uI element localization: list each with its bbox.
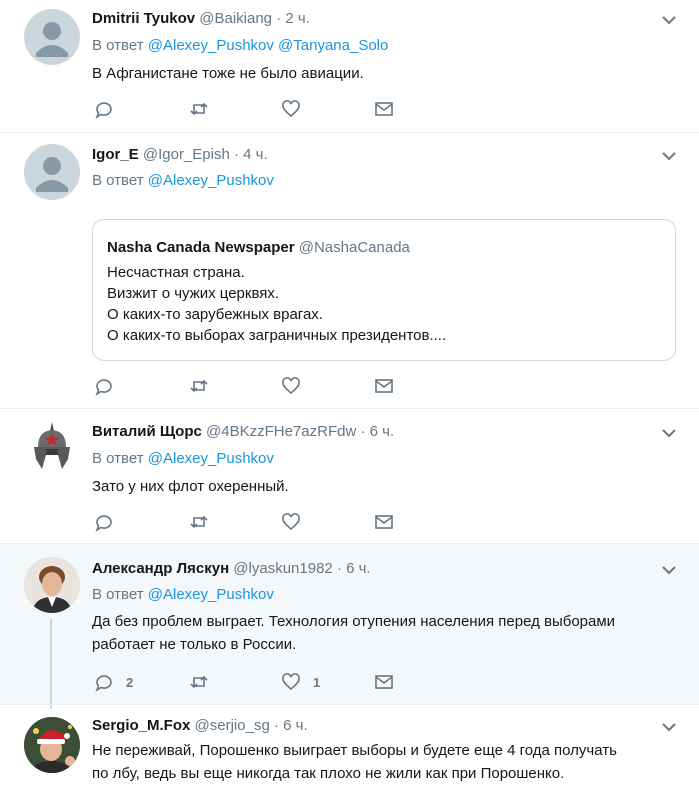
mention-link[interactable]: @Alexey_Pushkov bbox=[148, 450, 274, 467]
tweet-text: В Афганистане тоже не было авиации. bbox=[92, 65, 364, 82]
quoted-tweet[interactable]: Nasha Canada Newspaper @NashaCanada Несч… bbox=[92, 219, 676, 361]
quoted-text-line: Визжит о чужих церквях. bbox=[107, 285, 280, 302]
user-avatar[interactable] bbox=[24, 419, 80, 475]
like-button[interactable] bbox=[281, 376, 313, 396]
dm-button[interactable] bbox=[374, 512, 394, 532]
chevron-down-icon[interactable] bbox=[661, 719, 677, 735]
retweet-icon bbox=[190, 515, 208, 529]
thread-connector bbox=[50, 619, 52, 709]
reply-prefix: В ответ bbox=[92, 37, 144, 54]
author-handle[interactable]: @lyaskun1982 bbox=[233, 560, 332, 577]
separator: · bbox=[273, 717, 279, 734]
author-name[interactable]: Александр Ляскун bbox=[92, 560, 229, 577]
reply-icon bbox=[95, 102, 112, 119]
default-avatar[interactable] bbox=[24, 144, 80, 200]
reply-prefix: В ответ bbox=[92, 172, 144, 189]
dm-button[interactable] bbox=[374, 99, 394, 119]
reply-button[interactable] bbox=[94, 512, 126, 532]
default-avatar[interactable] bbox=[24, 9, 80, 65]
user-avatar[interactable] bbox=[24, 717, 80, 773]
retweet-icon bbox=[190, 675, 208, 689]
mention-link[interactable]: @Alexey_Pushkov bbox=[148, 172, 274, 189]
author-name[interactable]: Sergio_M.Fox bbox=[92, 717, 190, 734]
quoted-text-line: О каких-то выборах заграничных президент… bbox=[107, 327, 447, 344]
separator: · bbox=[360, 423, 366, 440]
envelope-icon bbox=[375, 515, 393, 529]
like-button[interactable] bbox=[281, 99, 313, 119]
author-name[interactable]: Dmitrii Tyukov bbox=[92, 10, 195, 27]
retweet-button[interactable] bbox=[189, 376, 209, 396]
retweet-button[interactable] bbox=[189, 512, 209, 532]
reply-count: 2 bbox=[126, 674, 134, 690]
author-name[interactable]: Виталий Щорс bbox=[92, 423, 202, 440]
chevron-down-icon[interactable] bbox=[661, 425, 677, 441]
author-handle[interactable]: @4BKzzFHe7azRFdw bbox=[206, 423, 356, 440]
envelope-icon bbox=[375, 102, 393, 116]
like-button[interactable] bbox=[281, 512, 313, 532]
tweet-text-line: по лбу, ведь вы еще никогда так плохо не… bbox=[92, 765, 565, 782]
tweet-item[interactable]: Igor_E @Igor_Epish · 4 ч. В ответ @Alexe… bbox=[0, 133, 699, 409]
author-handle[interactable]: @Baikiang bbox=[199, 10, 272, 27]
reply-button[interactable] bbox=[94, 376, 126, 396]
tweet-item[interactable]: Виталий Щорс @4BKzzFHe7azRFdw · 6 ч. В о… bbox=[0, 409, 699, 544]
tweet-text: Не переживай, Порошенко выиграет выборы … bbox=[92, 739, 682, 785]
like-button[interactable]: 1 bbox=[281, 672, 320, 692]
reply-icon bbox=[95, 379, 112, 396]
retweet-icon bbox=[190, 379, 208, 393]
dm-button[interactable] bbox=[374, 672, 394, 692]
tweet-text-line: Да без проблем выграет. Технология отупе… bbox=[92, 613, 616, 630]
dm-button[interactable] bbox=[374, 376, 394, 396]
quoted-author-handle: @NashaCanada bbox=[298, 239, 410, 256]
reply-button[interactable] bbox=[94, 99, 126, 119]
timestamp[interactable]: 2 ч. bbox=[285, 10, 310, 27]
retweet-button[interactable] bbox=[189, 672, 209, 692]
tweet-text-line: работает не только в России. bbox=[92, 636, 297, 653]
separator: · bbox=[336, 560, 342, 577]
tweet-text: Да без проблем выграет. Технология отупе… bbox=[92, 610, 682, 656]
tweet-item[interactable]: Александр Ляскун @lyaskun1982 · 6 ч. В о… bbox=[0, 544, 699, 704]
tweet-text-line: Не переживай, Порошенко выиграет выборы … bbox=[92, 742, 617, 759]
user-avatar[interactable] bbox=[24, 557, 80, 613]
reply-prefix: В ответ bbox=[92, 586, 144, 603]
timestamp[interactable]: 4 ч. bbox=[243, 146, 268, 163]
chevron-down-icon[interactable] bbox=[661, 148, 677, 164]
heart-icon bbox=[282, 100, 300, 118]
retweet-icon bbox=[190, 102, 208, 116]
mention-link[interactable]: @Alexey_Pushkov bbox=[148, 37, 274, 54]
reply-icon bbox=[95, 515, 112, 532]
retweet-button[interactable] bbox=[189, 99, 209, 119]
reply-button[interactable]: 2 bbox=[94, 672, 133, 692]
reply-prefix: В ответ bbox=[92, 450, 144, 467]
author-name[interactable]: Igor_E bbox=[92, 146, 139, 163]
timestamp[interactable]: 6 ч. bbox=[346, 560, 371, 577]
heart-icon bbox=[282, 377, 300, 395]
tweet-text: Зато у них флот охеренный. bbox=[92, 478, 289, 495]
mention-link[interactable]: @Tanyana_Solo bbox=[278, 37, 388, 54]
timestamp[interactable]: 6 ч. bbox=[283, 717, 308, 734]
quoted-author-name: Nasha Canada Newspaper bbox=[107, 239, 295, 256]
envelope-icon bbox=[375, 379, 393, 393]
chevron-down-icon[interactable] bbox=[661, 12, 677, 28]
heart-icon bbox=[282, 673, 300, 691]
mention-link[interactable]: @Alexey_Pushkov bbox=[148, 586, 274, 603]
quoted-text-line: Несчастная страна. bbox=[107, 264, 245, 281]
heart-icon bbox=[282, 513, 300, 531]
like-count: 1 bbox=[313, 674, 321, 690]
tweet-item[interactable]: Sergio_M.Fox @serjio_sg · 6 ч. Не пережи… bbox=[0, 704, 699, 797]
author-handle[interactable]: @Igor_Epish bbox=[143, 146, 230, 163]
timestamp[interactable]: 6 ч. bbox=[370, 423, 395, 440]
envelope-icon bbox=[375, 675, 393, 689]
separator: · bbox=[276, 10, 282, 27]
reply-icon bbox=[95, 675, 112, 692]
separator: · bbox=[233, 146, 239, 163]
quoted-text-line: О каких-то зарубежных врагах. bbox=[107, 306, 323, 323]
tweet-item[interactable]: Dmitrii Tyukov @Baikiang · 2 ч. В ответ … bbox=[0, 0, 699, 133]
chevron-down-icon[interactable] bbox=[661, 562, 677, 578]
author-handle[interactable]: @serjio_sg bbox=[195, 717, 270, 734]
